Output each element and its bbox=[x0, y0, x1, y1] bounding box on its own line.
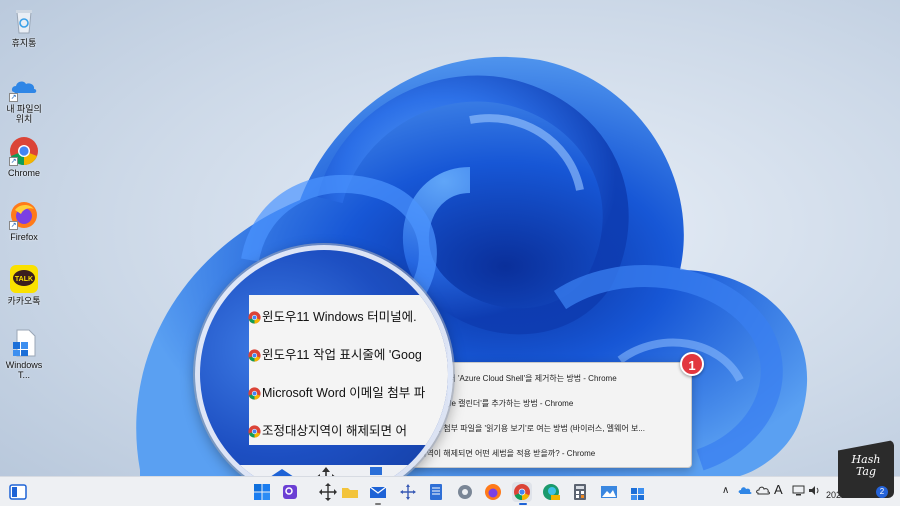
chrome-jump-list: 터미널에서 'Azure Cloud Shell'을 제거하는 방법 - Chr… bbox=[412, 362, 692, 468]
jump-list-item[interactable]: 이메일 첨부 파일을 '읽기용 보기'로 여는 방법 (바이러스, 멜웨어 보.… bbox=[419, 422, 687, 436]
firefox-icon[interactable] bbox=[483, 482, 503, 502]
volume-icon[interactable] bbox=[808, 485, 821, 499]
move-icon[interactable] bbox=[398, 482, 418, 502]
desktop-icon-label: Chrome bbox=[7, 168, 40, 178]
desktop-icon-recycle-bin[interactable]: 휴지통 bbox=[2, 6, 46, 48]
ime-indicator[interactable]: A bbox=[774, 482, 783, 497]
kakaotalk-icon: TALK bbox=[9, 264, 39, 294]
shortcut-arrow-icon: ↗ bbox=[9, 157, 18, 166]
jump-list-item[interactable]: 지역이 해제되면 어떤 세법을 적용 받을까? - Chrome bbox=[419, 447, 687, 461]
desktop-icon-windows-terminal-file[interactable]: WindowsT... bbox=[2, 328, 46, 380]
desktop-icon-onedrive[interactable]: ↗ 내 파일의 위치 bbox=[2, 72, 46, 124]
desktop-icon-kakaotalk[interactable]: TALK 카카오톡 bbox=[2, 264, 46, 306]
desktop-icon-firefox[interactable]: ↗ Firefox bbox=[2, 200, 46, 242]
magnified-item-label: 윈도우11 Windows 터미널에. bbox=[262, 310, 417, 324]
terminal-icon[interactable] bbox=[628, 482, 648, 502]
chevron-up-icon[interactable]: ∧ bbox=[722, 485, 729, 496]
jump-list-item[interactable]: 에 'Google 캘린더'를 추가하는 방법 - Chrome bbox=[419, 397, 687, 411]
recycle-bin-icon bbox=[9, 6, 39, 36]
magnified-item: Microsoft Word 이메일 첨부 파 bbox=[248, 382, 426, 404]
running-indicator bbox=[375, 503, 381, 505]
search-icon[interactable] bbox=[280, 482, 300, 502]
chrome-icon bbox=[248, 387, 261, 400]
calculator-icon[interactable] bbox=[570, 482, 590, 502]
widgets-icon[interactable] bbox=[8, 482, 28, 502]
desktop-icon-label: WindowsT... bbox=[5, 360, 43, 380]
desktop-icon-chrome[interactable]: ↗ Chrome bbox=[2, 136, 46, 178]
shortcut-arrow-icon: ↗ bbox=[9, 221, 18, 230]
desktop-icon-label: 내 파일의 위치 bbox=[6, 104, 42, 124]
magnified-item: 윈도우11 Windows 터미널에. bbox=[248, 306, 417, 328]
taskbar: ∧ A 2022-09-02 bbox=[0, 476, 900, 506]
notification-count-badge[interactable]: 2 bbox=[876, 486, 888, 498]
magnifier-lens: 윈도우11 Windows 터미널에. 윈도우11 작업 표시줄에 'Goog … bbox=[195, 245, 453, 503]
mail-icon[interactable] bbox=[368, 482, 388, 502]
watermark-line: Tag bbox=[855, 465, 877, 478]
chrome-icon[interactable] bbox=[512, 482, 532, 502]
kakaotalk-logo-text: TALK bbox=[15, 276, 33, 283]
magnified-item-label: 조정대상지역이 해제되면 어 bbox=[262, 424, 407, 438]
shortcut-arrow-icon: ↗ bbox=[9, 93, 18, 102]
magnified-item: 윈도우11 작업 표시줄에 'Goog bbox=[248, 344, 422, 366]
onedrive-icon[interactable] bbox=[738, 485, 752, 498]
running-indicator bbox=[519, 503, 527, 505]
chrome-icon bbox=[248, 311, 261, 324]
onedrive-icon: ↗ bbox=[9, 72, 39, 102]
start-icon[interactable] bbox=[252, 482, 272, 502]
cloud-icon[interactable] bbox=[756, 485, 770, 498]
chrome-icon: ↗ bbox=[9, 136, 39, 166]
desktop-icon-label: 카카오톡 bbox=[7, 296, 41, 306]
edge-canary-icon[interactable] bbox=[541, 482, 561, 502]
photos-icon[interactable] bbox=[599, 482, 619, 502]
settings-icon[interactable] bbox=[455, 482, 475, 502]
network-icon[interactable] bbox=[792, 485, 805, 499]
chrome-icon bbox=[248, 425, 261, 438]
magnified-item-label: 윈도우11 작업 표시줄에 'Goog bbox=[262, 348, 422, 362]
desktop-icon-label: 휴지통 bbox=[11, 38, 37, 48]
file-explorer-icon[interactable] bbox=[340, 482, 360, 502]
step-badge: 1 bbox=[680, 352, 704, 376]
magnified-item: 조정대상지역이 해제되면 어 bbox=[248, 420, 407, 442]
windows-terminal-file-icon bbox=[9, 328, 39, 358]
jump-list-item[interactable]: 터미널에서 'Azure Cloud Shell'을 제거하는 방법 - Chr… bbox=[419, 372, 687, 386]
magnified-item-label: Microsoft Word 이메일 첨부 파 bbox=[262, 386, 426, 400]
move-icon[interactable] bbox=[318, 482, 338, 502]
notepad-icon[interactable] bbox=[426, 482, 446, 502]
chrome-icon bbox=[248, 349, 261, 362]
firefox-icon: ↗ bbox=[9, 200, 39, 230]
desktop-icon-label: Firefox bbox=[10, 232, 38, 242]
